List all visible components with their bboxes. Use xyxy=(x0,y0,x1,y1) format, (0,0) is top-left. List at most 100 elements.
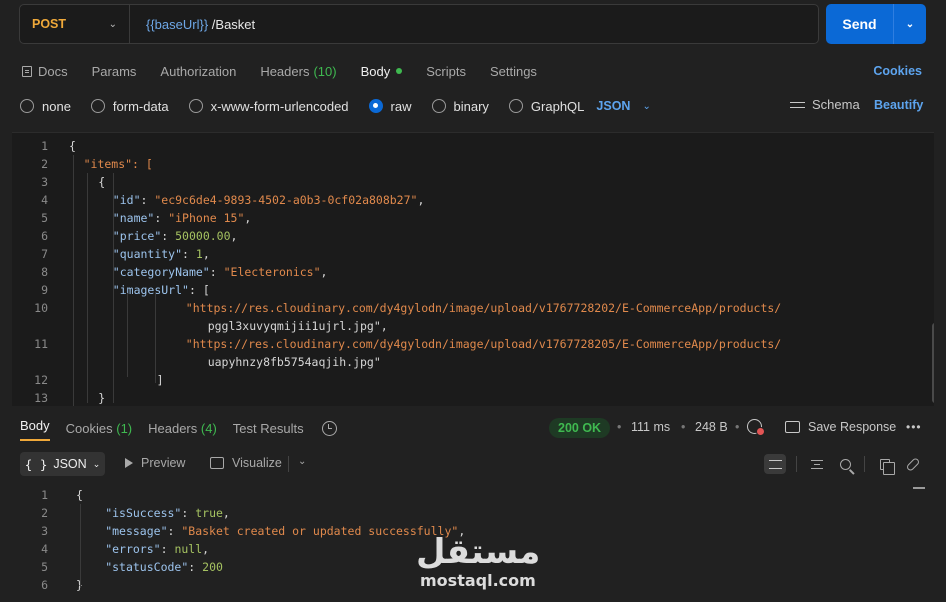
punctuation: , xyxy=(320,265,328,279)
line-number: 12 xyxy=(34,373,48,387)
history-icon[interactable] xyxy=(321,420,337,436)
indent-guide xyxy=(73,155,74,406)
json-value: 1 xyxy=(195,247,203,261)
string-value: "https://res.cloudinary.com/dy4gylodn/im… xyxy=(185,337,782,351)
response-scrollbar[interactable] xyxy=(913,487,925,489)
send-button[interactable]: Send ⌄ xyxy=(826,4,926,44)
method-select[interactable]: POST ⌄ xyxy=(20,5,130,43)
radio-binary[interactable]: binary xyxy=(431,99,489,114)
code-text: uapyhnzy8fb5754aqjih.jpg" xyxy=(207,355,381,369)
radio-raw[interactable]: raw xyxy=(368,99,412,114)
visualize-button[interactable]: Visualize xyxy=(210,456,282,470)
radio-circle-icon xyxy=(90,99,105,113)
send-options-chevron-icon[interactable]: ⌄ xyxy=(894,19,926,30)
save-response-label: Save Response xyxy=(808,420,897,434)
response-tab-headers[interactable]: Headers (4) xyxy=(148,421,217,436)
code-line: 11 "https://res.cloudinary.com/dy4gylodn/… xyxy=(12,335,934,353)
body-type-selector: none form-data x-www-form-urlencoded raw… xyxy=(20,96,651,116)
json-key: "id" xyxy=(112,193,141,207)
chevron-down-icon: ⌄ xyxy=(642,100,651,112)
code-line: 5 "name": "iPhone 15", xyxy=(12,209,934,227)
indent-guide xyxy=(113,173,114,403)
copy-button[interactable] xyxy=(874,454,896,475)
search-button[interactable] xyxy=(834,454,856,474)
code-line: 2 "isSuccess": true, xyxy=(12,504,934,522)
code-line: 8 "categoryName": "Electeronics", xyxy=(12,263,934,281)
punctuation: : xyxy=(140,193,155,207)
cookies-link[interactable]: Cookies xyxy=(873,64,922,78)
radio-none[interactable]: none xyxy=(20,99,71,114)
tab-headers[interactable]: Headers (10) xyxy=(260,64,336,79)
line-number: 5 xyxy=(41,211,48,225)
code-text: ] xyxy=(156,373,164,387)
tab-label: Test Results xyxy=(232,420,304,436)
line-number: 10 xyxy=(34,301,48,315)
tab-label: Headers xyxy=(148,420,198,436)
network-globe-icon[interactable] xyxy=(747,419,765,436)
line-number: 7 xyxy=(41,247,48,261)
body-format-label: JSON xyxy=(596,99,631,113)
tab-docs[interactable]: Docs xyxy=(22,64,68,79)
line-number: 2 xyxy=(41,506,48,520)
filter-icon xyxy=(811,459,823,469)
line-number: 3 xyxy=(41,175,48,189)
radio-urlencoded[interactable]: x-www-form-urlencoded xyxy=(188,99,349,114)
line-number: 9 xyxy=(41,283,48,297)
body-format-select[interactable]: JSON ⌄ xyxy=(596,99,650,113)
response-format-select[interactable]: { } JSON ⌄ xyxy=(20,452,105,476)
tab-params[interactable]: Params xyxy=(92,64,137,79)
save-response-button[interactable]: Save Response xyxy=(785,420,896,434)
editor-scrollbar[interactable] xyxy=(932,323,934,403)
json-value: "Electeronics" xyxy=(223,265,321,279)
response-tab-test-results[interactable]: Test Results xyxy=(233,421,304,436)
line-number: 11 xyxy=(34,337,48,351)
code-line: 6 "price": 50000.00, xyxy=(12,227,934,245)
request-tabs: Docs Params Authorization Headers (10) Bo… xyxy=(22,60,926,82)
radio-label: none xyxy=(42,98,71,114)
code-line: 1{ xyxy=(12,486,934,504)
tab-body[interactable]: Body xyxy=(361,64,403,79)
preview-button[interactable]: Preview xyxy=(125,456,185,470)
link-button[interactable] xyxy=(902,454,924,474)
visualize-chevron-icon[interactable]: ⌄ xyxy=(298,456,306,467)
code-text: "name": "iPhone 15", xyxy=(113,209,252,227)
code-text: { xyxy=(98,175,106,189)
code-text: "id": "ec9c6de4-9893-4502-a0b3-0cf02a808… xyxy=(113,191,425,209)
indent-guide xyxy=(127,293,128,377)
punctuation: : xyxy=(182,247,196,261)
wrap-lines-button[interactable] xyxy=(764,454,786,474)
tab-label: Cookies xyxy=(65,420,113,436)
json-key: "price" xyxy=(112,229,162,243)
tab-scripts[interactable]: Scripts xyxy=(426,64,466,79)
schema-button[interactable]: Schema xyxy=(790,97,860,112)
url-variable: {{baseUrl}} xyxy=(146,16,209,32)
punctuation: : xyxy=(161,229,176,243)
radio-form-data[interactable]: form-data xyxy=(90,99,169,114)
code-text: "message": "Basket created or updated su… xyxy=(105,522,465,540)
braces-icon: { } xyxy=(24,456,48,472)
schema-label: Schema xyxy=(812,97,860,112)
tab-settings[interactable]: Settings xyxy=(490,64,537,79)
url-input[interactable]: {{baseUrl}} /Basket xyxy=(130,17,255,32)
response-tab-body[interactable]: Body xyxy=(20,418,50,439)
line-number: 2 xyxy=(41,157,48,171)
json-key: "message" xyxy=(105,524,168,538)
request-body-editor[interactable]: 1{2 "items": [3{4 "id": "ec9c6de4-9893-450… xyxy=(12,132,934,406)
code-line: 7 "quantity": 1, xyxy=(12,245,934,263)
beautify-button[interactable]: Beautify xyxy=(874,98,923,112)
punctuation: , xyxy=(202,542,210,556)
json-key: "isSuccess" xyxy=(105,506,182,520)
chevron-down-icon: ⌄ xyxy=(108,18,117,30)
radio-graphql[interactable]: GraphQL xyxy=(508,99,584,114)
tab-count: (4) xyxy=(200,420,217,436)
response-tab-cookies[interactable]: Cookies (1) xyxy=(66,421,132,436)
more-options-icon[interactable]: ••• xyxy=(906,420,922,434)
filter-button[interactable] xyxy=(806,454,828,474)
tab-authorization[interactable]: Authorization xyxy=(160,64,236,79)
line-number: 6 xyxy=(41,229,48,243)
punctuation: : xyxy=(167,524,182,538)
punctuation: : xyxy=(160,542,175,556)
copy-icon xyxy=(880,458,895,475)
code-text: "https://res.cloudinary.com/dy4gylodn/im… xyxy=(186,335,781,353)
line-number: 5 xyxy=(41,560,48,574)
